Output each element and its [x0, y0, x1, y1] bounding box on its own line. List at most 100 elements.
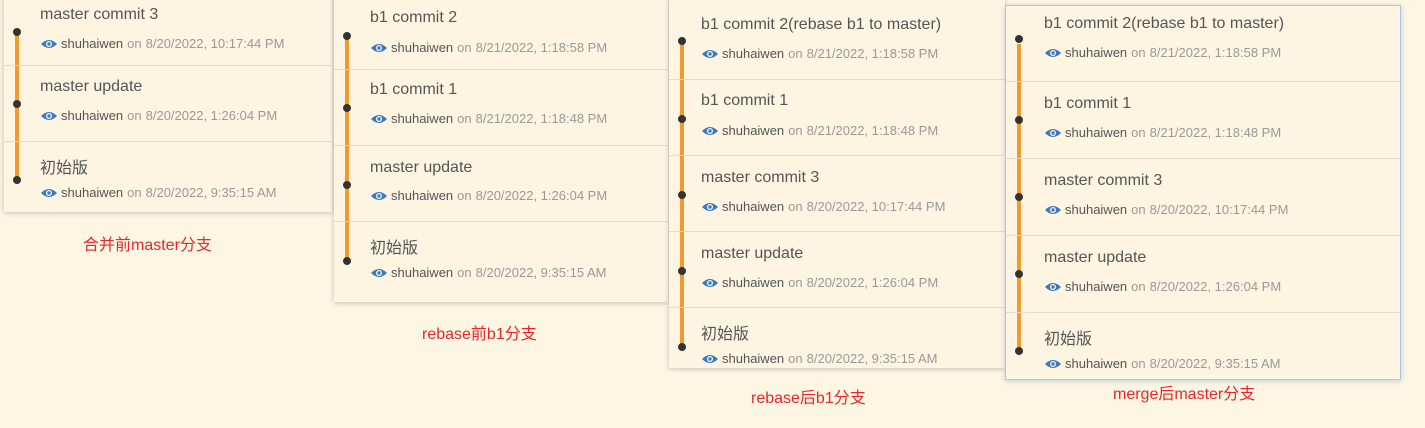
commit-date: 8/20/2022, 9:35:15 AM — [806, 351, 938, 366]
commit-row[interactable]: b1 commit 1 shuhaiwen on 8/21/2022, 1:18… — [1006, 82, 1400, 159]
eye-icon — [702, 354, 718, 363]
eye-icon — [41, 188, 57, 197]
caption-before-rebase-b1: rebase前b1分支 — [422, 326, 537, 343]
commit-date: 8/21/2022, 1:18:58 PM — [1149, 45, 1282, 60]
eye-icon — [702, 49, 718, 58]
commit-row[interactable]: b1 commit 2(rebase b1 to master) shuhaiw… — [669, 0, 1005, 80]
commit-title: master update — [370, 159, 473, 176]
commit-author: shuhaiwen — [722, 199, 785, 214]
commit-date: 8/21/2022, 1:18:58 PM — [806, 46, 939, 61]
commit-row[interactable]: b1 commit 2 shuhaiwen on 8/21/2022, 1:18… — [334, 0, 668, 70]
commit-meta: shuhaiwen on 8/20/2022, 10:17:44 PM — [1044, 202, 1288, 217]
commit-title: 初始版 — [40, 160, 89, 177]
commit-row[interactable]: b1 commit 1 shuhaiwen on 8/21/2022, 1:18… — [334, 70, 668, 146]
commit-meta: shuhaiwen on 8/21/2022, 1:18:48 PM — [370, 111, 607, 126]
eye-icon — [41, 111, 57, 120]
commit-row[interactable]: master update shuhaiwen on 8/20/2022, 1:… — [669, 232, 1005, 308]
commit-row[interactable]: master update shuhaiwen on 8/20/2022, 1:… — [1006, 236, 1400, 313]
commit-date: 8/20/2022, 1:26:04 PM — [145, 108, 278, 123]
commit-title: master update — [1044, 249, 1147, 266]
commit-row[interactable]: master update shuhaiwen on 8/20/2022, 1:… — [334, 146, 668, 222]
commit-title: b1 commit 1 — [370, 81, 458, 98]
commit-row[interactable]: 初始版 shuhaiwen on 8/20/2022, 9:35:15 AM — [669, 308, 1005, 368]
commit-history-panel-2: b1 commit 2 shuhaiwen on 8/21/2022, 1:18… — [334, 0, 668, 302]
eye-icon — [371, 268, 387, 277]
commit-meta: shuhaiwen on 8/20/2022, 9:35:15 AM — [40, 185, 276, 200]
commit-row[interactable]: master update shuhaiwen on 8/20/2022, 1:… — [4, 66, 332, 142]
commit-meta: shuhaiwen on 8/20/2022, 9:35:15 AM — [370, 265, 606, 280]
commit-date: 8/20/2022, 1:26:04 PM — [475, 188, 608, 203]
commit-meta: shuhaiwen on 8/20/2022, 9:35:15 AM — [701, 351, 937, 366]
commit-row[interactable]: master commit 3 shuhaiwen on 8/20/2022, … — [1006, 159, 1400, 236]
commit-title: master commit 3 — [40, 6, 159, 23]
commit-title: b1 commit 2(rebase b1 to master) — [701, 16, 942, 33]
commit-author: shuhaiwen — [1065, 356, 1128, 371]
commit-history-panel-3: b1 commit 2(rebase b1 to master) shuhaiw… — [669, 0, 1005, 368]
commit-title: master commit 3 — [1044, 172, 1163, 189]
commit-meta: shuhaiwen on 8/20/2022, 1:26:04 PM — [1044, 279, 1281, 294]
commit-date: 8/20/2022, 1:26:04 PM — [1149, 279, 1282, 294]
commit-author: shuhaiwen — [1065, 202, 1128, 217]
commit-history-panel-1: master commit 3 shuhaiwen on 8/20/2022, … — [4, 0, 332, 212]
commit-author: shuhaiwen — [391, 265, 454, 280]
eye-icon — [1045, 359, 1061, 368]
eye-icon — [371, 43, 387, 52]
commit-author: shuhaiwen — [1065, 125, 1128, 140]
commit-meta: shuhaiwen on 8/21/2022, 1:18:58 PM — [701, 46, 938, 61]
commit-meta: shuhaiwen on 8/21/2022, 1:18:48 PM — [701, 123, 938, 138]
commit-row[interactable]: 初始版 shuhaiwen on 8/20/2022, 9:35:15 AM — [4, 142, 332, 212]
commit-author: shuhaiwen — [722, 351, 785, 366]
commit-row[interactable]: master commit 3 shuhaiwen on 8/20/2022, … — [669, 156, 1005, 232]
commit-history-panel-4: b1 commit 2(rebase b1 to master) shuhaiw… — [1005, 5, 1401, 380]
commit-row[interactable]: b1 commit 2(rebase b1 to master) shuhaiw… — [1006, 6, 1400, 82]
commit-date: 8/20/2022, 10:17:44 PM — [806, 199, 946, 214]
eye-icon — [1045, 205, 1061, 214]
commit-author: shuhaiwen — [1065, 279, 1128, 294]
commit-meta: shuhaiwen on 8/20/2022, 9:35:15 AM — [1044, 356, 1280, 371]
eye-icon — [1045, 128, 1061, 137]
commit-author: shuhaiwen — [722, 275, 785, 290]
commit-meta: shuhaiwen on 8/21/2022, 1:18:58 PM — [1044, 45, 1281, 60]
commit-row[interactable]: master commit 3 shuhaiwen on 8/20/2022, … — [4, 0, 332, 66]
commit-title: 初始版 — [1044, 331, 1093, 348]
commit-row[interactable]: 初始版 shuhaiwen on 8/20/2022, 9:35:15 AM — [1006, 313, 1400, 379]
commit-author: shuhaiwen — [722, 123, 785, 138]
commit-title: master commit 3 — [701, 169, 820, 186]
eye-icon — [1045, 282, 1061, 291]
eye-icon — [702, 202, 718, 211]
commit-date: 8/21/2022, 1:18:48 PM — [806, 123, 939, 138]
commit-date: 8/20/2022, 10:17:44 PM — [1149, 202, 1289, 217]
commit-author: shuhaiwen — [1065, 45, 1128, 60]
caption-after-merge-master: merge后master分支 — [1113, 386, 1256, 403]
commit-date: 8/21/2022, 1:18:48 PM — [1149, 125, 1282, 140]
commit-author: shuhaiwen — [391, 111, 454, 126]
commit-date: 8/20/2022, 9:35:15 AM — [475, 265, 607, 280]
caption-after-rebase-b1: rebase后b1分支 — [751, 390, 866, 407]
commit-author: shuhaiwen — [391, 188, 454, 203]
commit-title: b1 commit 1 — [1044, 95, 1132, 112]
eye-icon — [371, 191, 387, 200]
commit-title: master update — [40, 78, 143, 95]
commit-meta: shuhaiwen on 8/20/2022, 10:17:44 PM — [40, 36, 284, 51]
caption-before-merge-master: 合并前master分支 — [83, 237, 212, 254]
commit-meta: shuhaiwen on 8/21/2022, 1:18:48 PM — [1044, 125, 1281, 140]
eye-icon — [371, 114, 387, 123]
commit-date: 8/20/2022, 1:26:04 PM — [806, 275, 939, 290]
commit-title: b1 commit 2(rebase b1 to master) — [1044, 15, 1285, 32]
eye-icon — [702, 278, 718, 287]
commit-date: 8/20/2022, 9:35:15 AM — [145, 185, 277, 200]
eye-icon — [41, 39, 57, 48]
commit-row[interactable]: b1 commit 1 shuhaiwen on 8/21/2022, 1:18… — [669, 80, 1005, 156]
commit-author: shuhaiwen — [61, 108, 124, 123]
commit-row[interactable]: 初始版 shuhaiwen on 8/20/2022, 9:35:15 AM — [334, 222, 668, 302]
commit-title: b1 commit 2 — [370, 9, 458, 26]
commit-meta: shuhaiwen on 8/21/2022, 1:18:58 PM — [370, 40, 607, 55]
commit-title: b1 commit 1 — [701, 92, 789, 109]
commit-author: shuhaiwen — [61, 185, 124, 200]
commit-meta: shuhaiwen on 8/20/2022, 1:26:04 PM — [370, 188, 607, 203]
commit-author: shuhaiwen — [391, 40, 454, 55]
commit-date: 8/21/2022, 1:18:58 PM — [475, 40, 608, 55]
commit-title: master update — [701, 245, 804, 262]
commit-meta: shuhaiwen on 8/20/2022, 10:17:44 PM — [701, 199, 945, 214]
commit-date: 8/21/2022, 1:18:48 PM — [475, 111, 608, 126]
